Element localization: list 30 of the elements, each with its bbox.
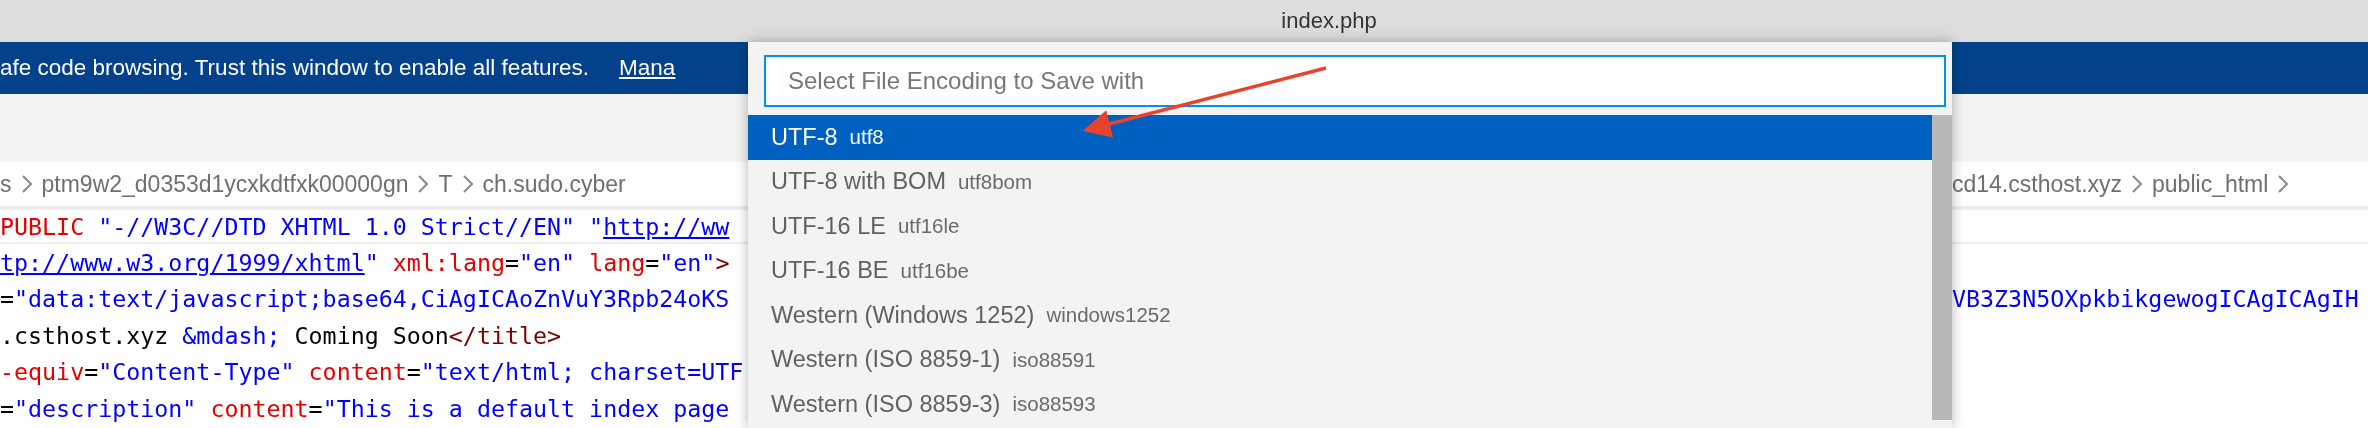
encoding-option[interactable]: UTF-8 utf8 <box>748 115 1932 160</box>
chevron-right-icon <box>19 174 34 194</box>
encoding-option[interactable]: UTF-16 BE utf16be <box>748 248 1932 293</box>
code-line: PUBLIC "-//W3C//DTD XHTML 1.0 Strict//EN" "http://ww <box>0 212 731 240</box>
search-field[interactable]: Select File Encoding to Save with <box>764 55 1946 107</box>
breadcrumb-item[interactable]: public_html <box>2152 170 2269 198</box>
chevron-right-icon <box>2276 174 2291 194</box>
chevron-right-icon <box>2130 174 2145 194</box>
window-title: index.php <box>1281 8 1377 34</box>
chevron-right-icon <box>460 174 475 194</box>
encoding-option[interactable]: Western (ISO 8859-1) iso88591 <box>748 337 1932 382</box>
code-line: -equiv="Content-Type" content="text/html; charset=UTF <box>0 358 745 386</box>
encoding-option[interactable]: UTF-8 with BOM utf8bom <box>748 159 1932 204</box>
code-line: ="data:text/javascript;base64,CiAgICAoZnVuY3Rpb24oKS <box>0 285 731 313</box>
breadcrumb-item[interactable]: T <box>438 170 453 198</box>
banner-message: afe code browsing. Trust this window to enable all features. <box>0 55 590 81</box>
code-line: .csthost.xyz &mdash; Coming Soon</title> <box>0 321 563 349</box>
code-line: tp://www.w3.org/1999/xhtml" xml:lang="en" lang="en"> <box>0 249 731 277</box>
breadcrumb-item[interactable]: ch.sudo.cyber <box>482 170 626 198</box>
code-line: ="description" content="This is a default index page <box>0 394 731 422</box>
code-line: VB3Z3N5OXpkbikgewogICAgICAgIH <box>1952 285 2360 313</box>
chevron-right-icon <box>416 174 431 194</box>
encoding-option[interactable]: UTF-16 LE utf16le <box>748 204 1932 249</box>
encoding-option[interactable]: Western (ISO 8859-3) iso88593 <box>748 382 1932 427</box>
scrollbar[interactable] <box>1932 115 1952 420</box>
breadcrumb-item[interactable]: ptm9w2_d0353d1ycxkdtfxk00000gn <box>41 170 409 198</box>
breadcrumb-item[interactable]: cd14.csthost.xyz <box>1952 170 2123 198</box>
breadcrumb-item[interactable]: s <box>0 170 12 198</box>
encoding-option[interactable]: Western (Windows 1252) windows1252 <box>748 293 1932 338</box>
manage-link[interactable]: Mana <box>619 55 676 81</box>
